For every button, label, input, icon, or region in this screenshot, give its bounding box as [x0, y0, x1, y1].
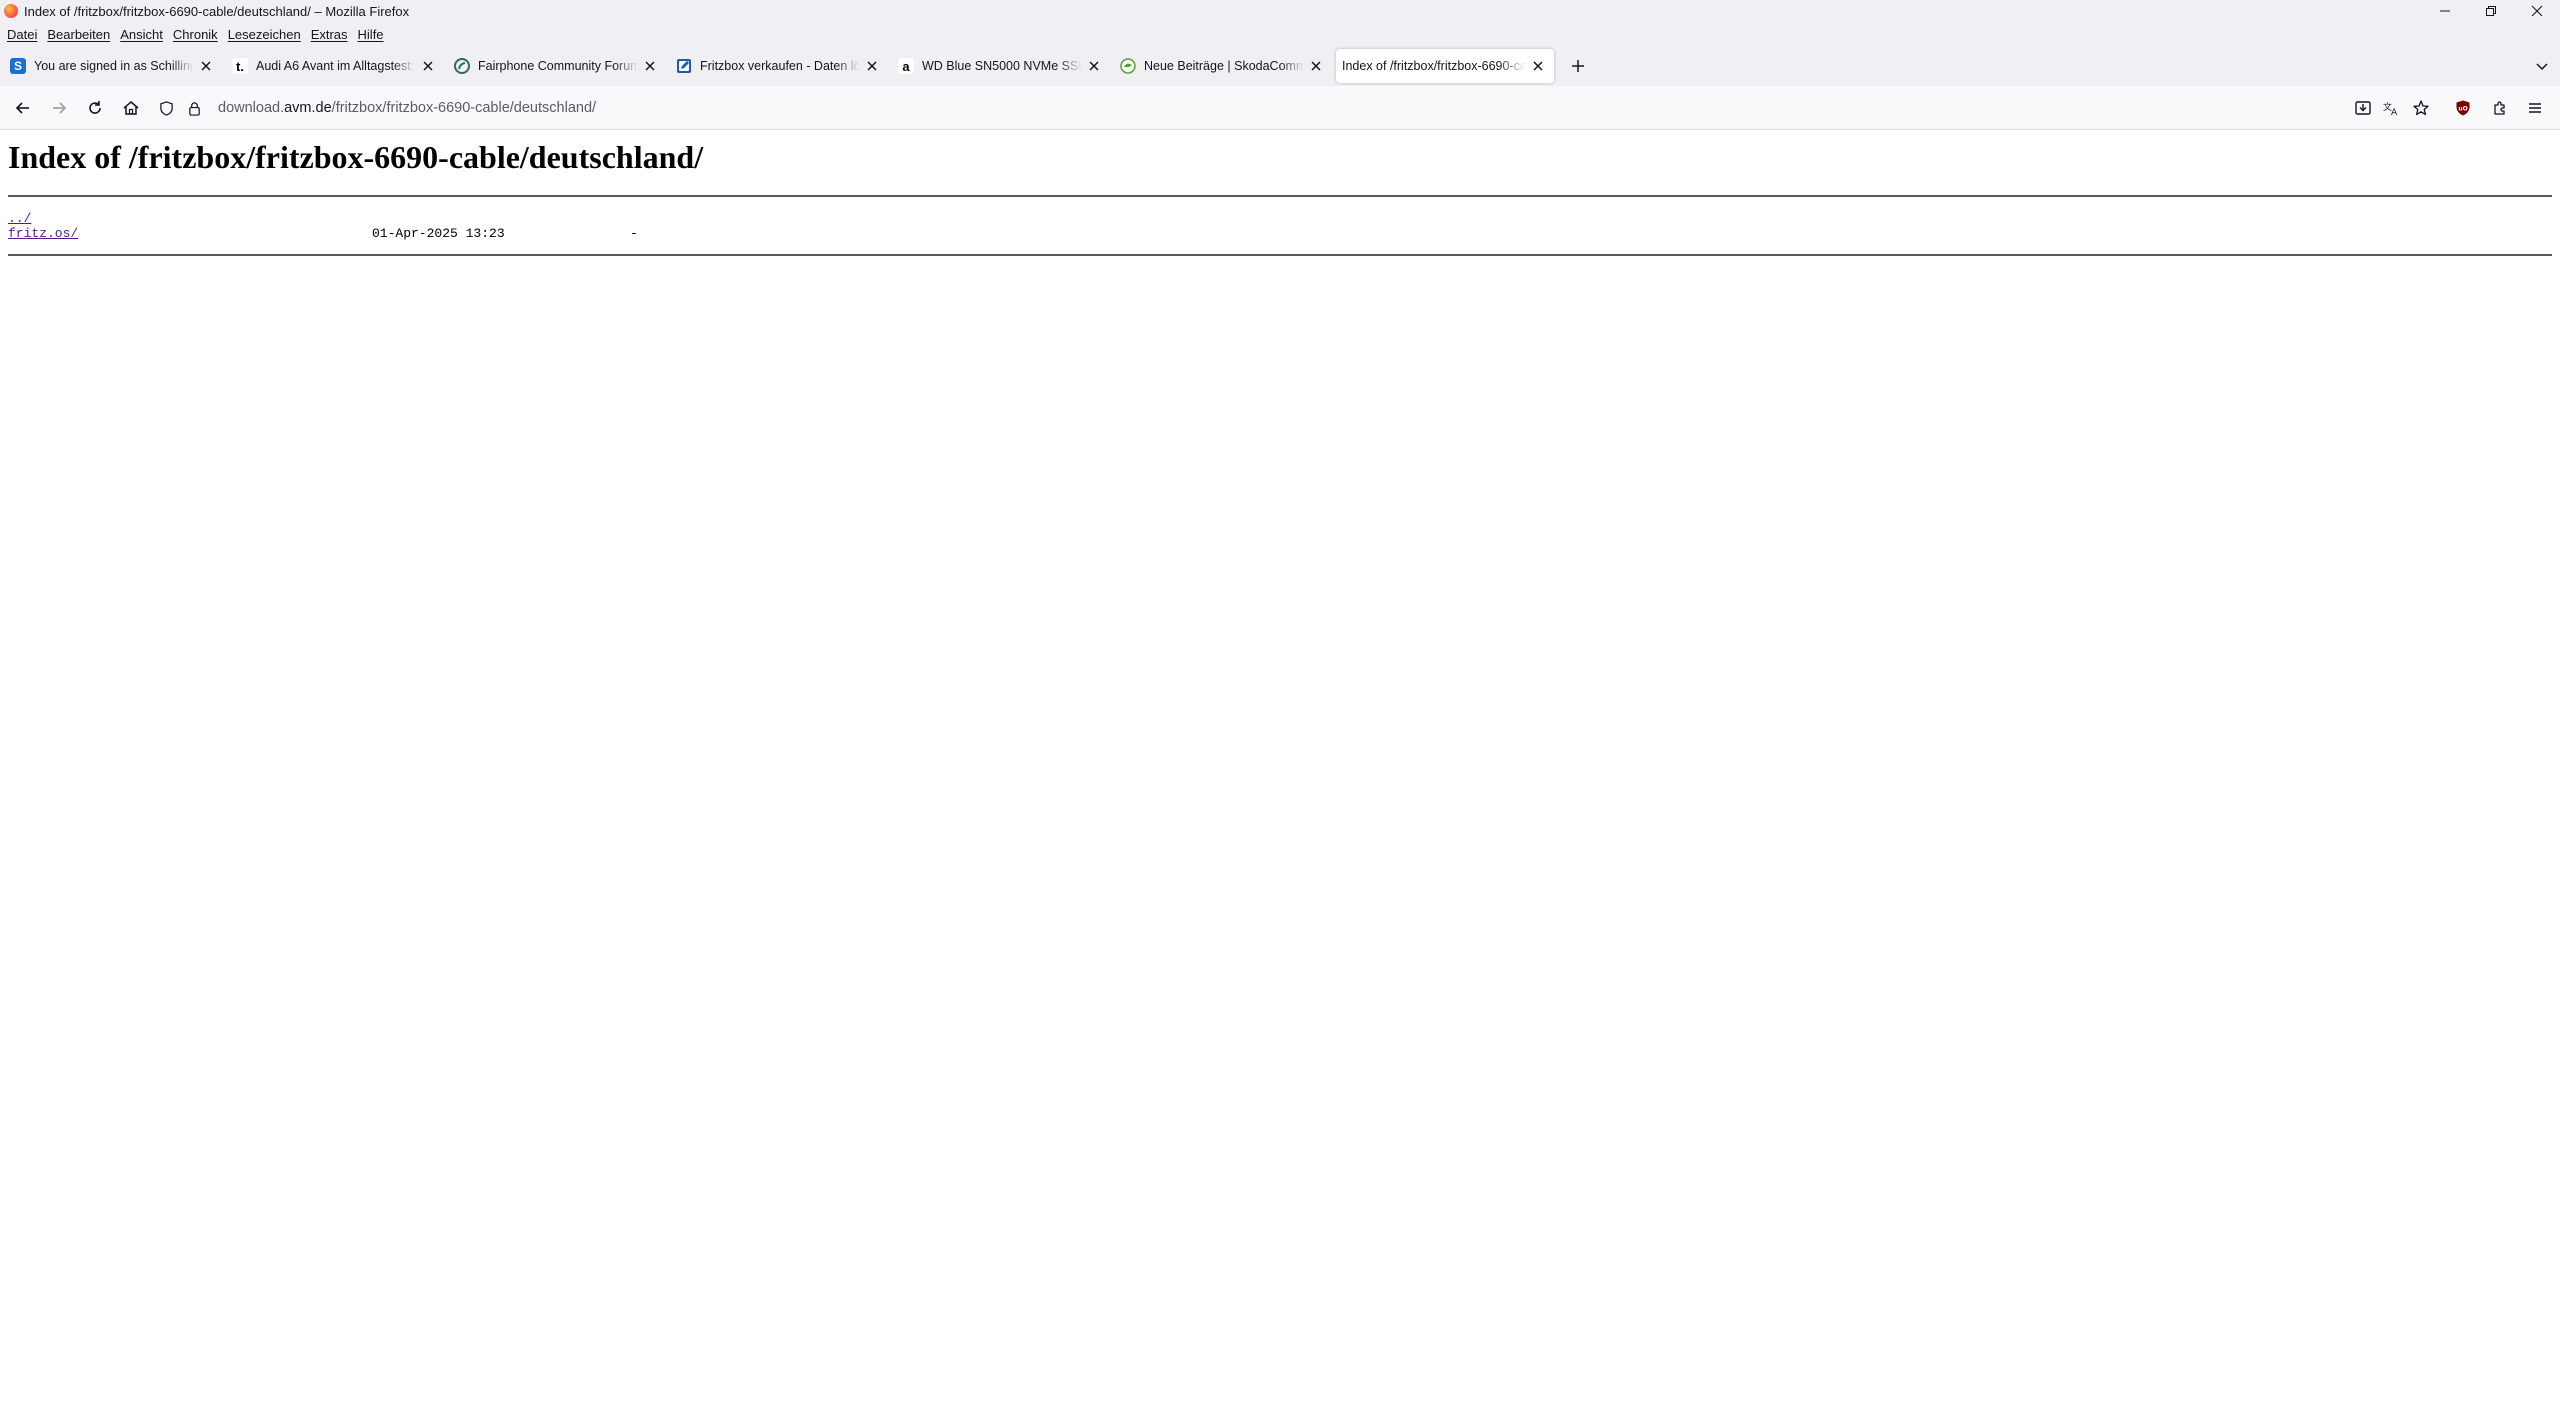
plus-icon: [1572, 60, 1584, 72]
close-icon: [867, 61, 877, 71]
url-bar[interactable]: download.avm.de/fritzbox/fritzbox-6690-c…: [156, 92, 2316, 124]
skoda-icon: [1120, 58, 1136, 74]
tab-amazon[interactable]: a WD Blue SN5000 NVMe SSD 2 TB: [892, 49, 1110, 83]
hamburger-menu-icon: [2529, 103, 2541, 113]
tab-github[interactable]: S You are signed in as Schillings: [4, 49, 222, 83]
arrow-right-icon: [53, 102, 67, 114]
home-icon: [123, 101, 139, 115]
menu-extras[interactable]: Extras: [306, 27, 353, 42]
tab-close-button[interactable]: [198, 58, 214, 74]
menu-bar: Datei Bearbeiten Ansicht Chronik Lesezei…: [0, 22, 2560, 46]
svg-text:A: A: [2391, 108, 2398, 117]
tab-audi[interactable]: t. Audi A6 Avant im Alltagstest: Ein: [226, 49, 444, 83]
app-menu-button[interactable]: [2520, 93, 2550, 123]
menu-chronik[interactable]: Chronik: [168, 27, 223, 42]
close-icon: [423, 61, 433, 71]
tab-label: Fritzbox verkaufen - Daten lösche: [700, 59, 860, 73]
listing-row-parent: ../: [8, 211, 78, 226]
bookmark-star-button[interactable]: [2406, 93, 2436, 123]
directory-listing: ../ fritz.os/ 01-Apr-2025 13:23 -: [8, 211, 638, 241]
parent-directory-link[interactable]: ../: [8, 211, 31, 226]
chevron-down-icon: [2536, 63, 2548, 71]
puzzle-icon: [2494, 101, 2505, 115]
translate-button[interactable]: 文A: [2376, 93, 2406, 123]
divider-top: [8, 195, 2552, 197]
tab-fritzbox-verkaufen[interactable]: Fritzbox verkaufen - Daten lösche: [670, 49, 888, 83]
tab-label: WD Blue SN5000 NVMe SSD 2 TB: [922, 59, 1082, 73]
tab-close-button[interactable]: [864, 58, 880, 74]
url-host: avm.de: [284, 100, 332, 116]
menu-hilfe[interactable]: Hilfe: [353, 27, 389, 42]
window-title: Index of /fritzbox/fritzbox-6690-cable/d…: [24, 3, 410, 19]
page-content: Index of /fritzbox/fritzbox-6690-cable/d…: [0, 131, 2560, 1410]
listing-row: fritz.os/ 01-Apr-2025 13:23 -: [8, 226, 638, 241]
menu-datei[interactable]: Datei: [2, 27, 42, 42]
tab-fairphone[interactable]: Fairphone Community Forum: [448, 49, 666, 83]
translate-icon: 文A: [2383, 101, 2398, 117]
tab-label: Fairphone Community Forum: [478, 59, 638, 73]
close-icon: [1089, 61, 1099, 71]
tab-label: Audi A6 Avant im Alltagstest: Ein: [256, 59, 416, 73]
t-logo-icon: t.: [232, 58, 248, 74]
edit-icon: [676, 58, 692, 74]
home-button[interactable]: [116, 93, 146, 123]
back-button[interactable]: [8, 93, 38, 123]
tracking-protection-shield-icon[interactable]: [156, 98, 176, 118]
entry-link[interactable]: fritz.os/: [8, 226, 78, 241]
list-all-tabs-button[interactable]: [2528, 52, 2556, 80]
svg-text:uO: uO: [2458, 106, 2467, 113]
close-icon: [201, 61, 211, 71]
url-text[interactable]: download.avm.de/fritzbox/fritzbox-6690-c…: [218, 100, 596, 116]
ublock-shield-icon: uO: [2456, 100, 2470, 116]
restore-button[interactable]: [2468, 0, 2514, 22]
navigation-toolbar: download.avm.de/fritzbox/fritzbox-6690-c…: [0, 86, 2560, 130]
new-tab-button[interactable]: [1564, 52, 1592, 80]
page-action-save-button[interactable]: [2348, 93, 2378, 123]
window-titlebar: Index of /fritzbox/fritzbox-6690-cable/d…: [0, 0, 2560, 22]
reload-button[interactable]: [80, 93, 110, 123]
extensions-button[interactable]: [2485, 93, 2515, 123]
tab-label: You are signed in as Schillings: [34, 59, 194, 73]
minimize-icon: [2440, 10, 2450, 12]
url-prefix: download.: [218, 100, 285, 116]
tab-close-button[interactable]: [1308, 58, 1324, 74]
tab-label: Neue Beiträge | SkodaCommunity: [1144, 59, 1304, 73]
tab-close-button[interactable]: [642, 58, 658, 74]
close-icon: [1533, 61, 1543, 71]
close-icon: [2531, 5, 2543, 17]
tab-label: Index of /fritzbox/fritzbox-6690-cable: [1342, 59, 1526, 73]
tab-close-button[interactable]: [1530, 58, 1546, 74]
page-title: Index of /fritzbox/fritzbox-6690-cable/d…: [8, 139, 704, 175]
window-controls: [2422, 0, 2560, 22]
amazon-icon: a: [898, 58, 914, 74]
restore-icon: [2486, 6, 2496, 16]
close-window-button[interactable]: [2514, 0, 2560, 22]
fairphone-icon: [454, 58, 470, 74]
tab-strip: S You are signed in as Schillings t. Aud…: [0, 46, 2560, 86]
menu-bearbeiten[interactable]: Bearbeiten: [42, 27, 115, 42]
menu-lesezeichen[interactable]: Lesezeichen: [223, 27, 306, 42]
entry-date: 01-Apr-2025 13:23: [372, 226, 505, 241]
tab-close-button[interactable]: [1086, 58, 1102, 74]
tab-skodacommunity[interactable]: Neue Beiträge | SkodaCommunity: [1114, 49, 1332, 83]
url-path: /fritzbox/fritzbox-6690-cable/deutschlan…: [331, 100, 597, 116]
divider-bottom: [8, 254, 2552, 256]
reload-icon: [89, 101, 101, 114]
star-icon: [2413, 100, 2429, 116]
menu-ansicht[interactable]: Ansicht: [115, 27, 168, 42]
close-icon: [645, 61, 655, 71]
firefox-logo-icon: [4, 4, 18, 18]
forward-button[interactable]: [44, 93, 74, 123]
lock-icon[interactable]: [184, 98, 204, 118]
arrow-left-icon: [15, 102, 29, 114]
tab-index-active[interactable]: Index of /fritzbox/fritzbox-6690-cable: [1336, 49, 1554, 83]
close-icon: [1311, 61, 1321, 71]
entry-size: -: [630, 226, 638, 241]
minimize-button[interactable]: [2422, 0, 2468, 22]
save-to-disk-icon: [2355, 101, 2371, 115]
s-logo-icon: S: [10, 58, 26, 74]
ublock-origin-button[interactable]: uO: [2448, 93, 2478, 123]
tab-close-button[interactable]: [420, 58, 436, 74]
